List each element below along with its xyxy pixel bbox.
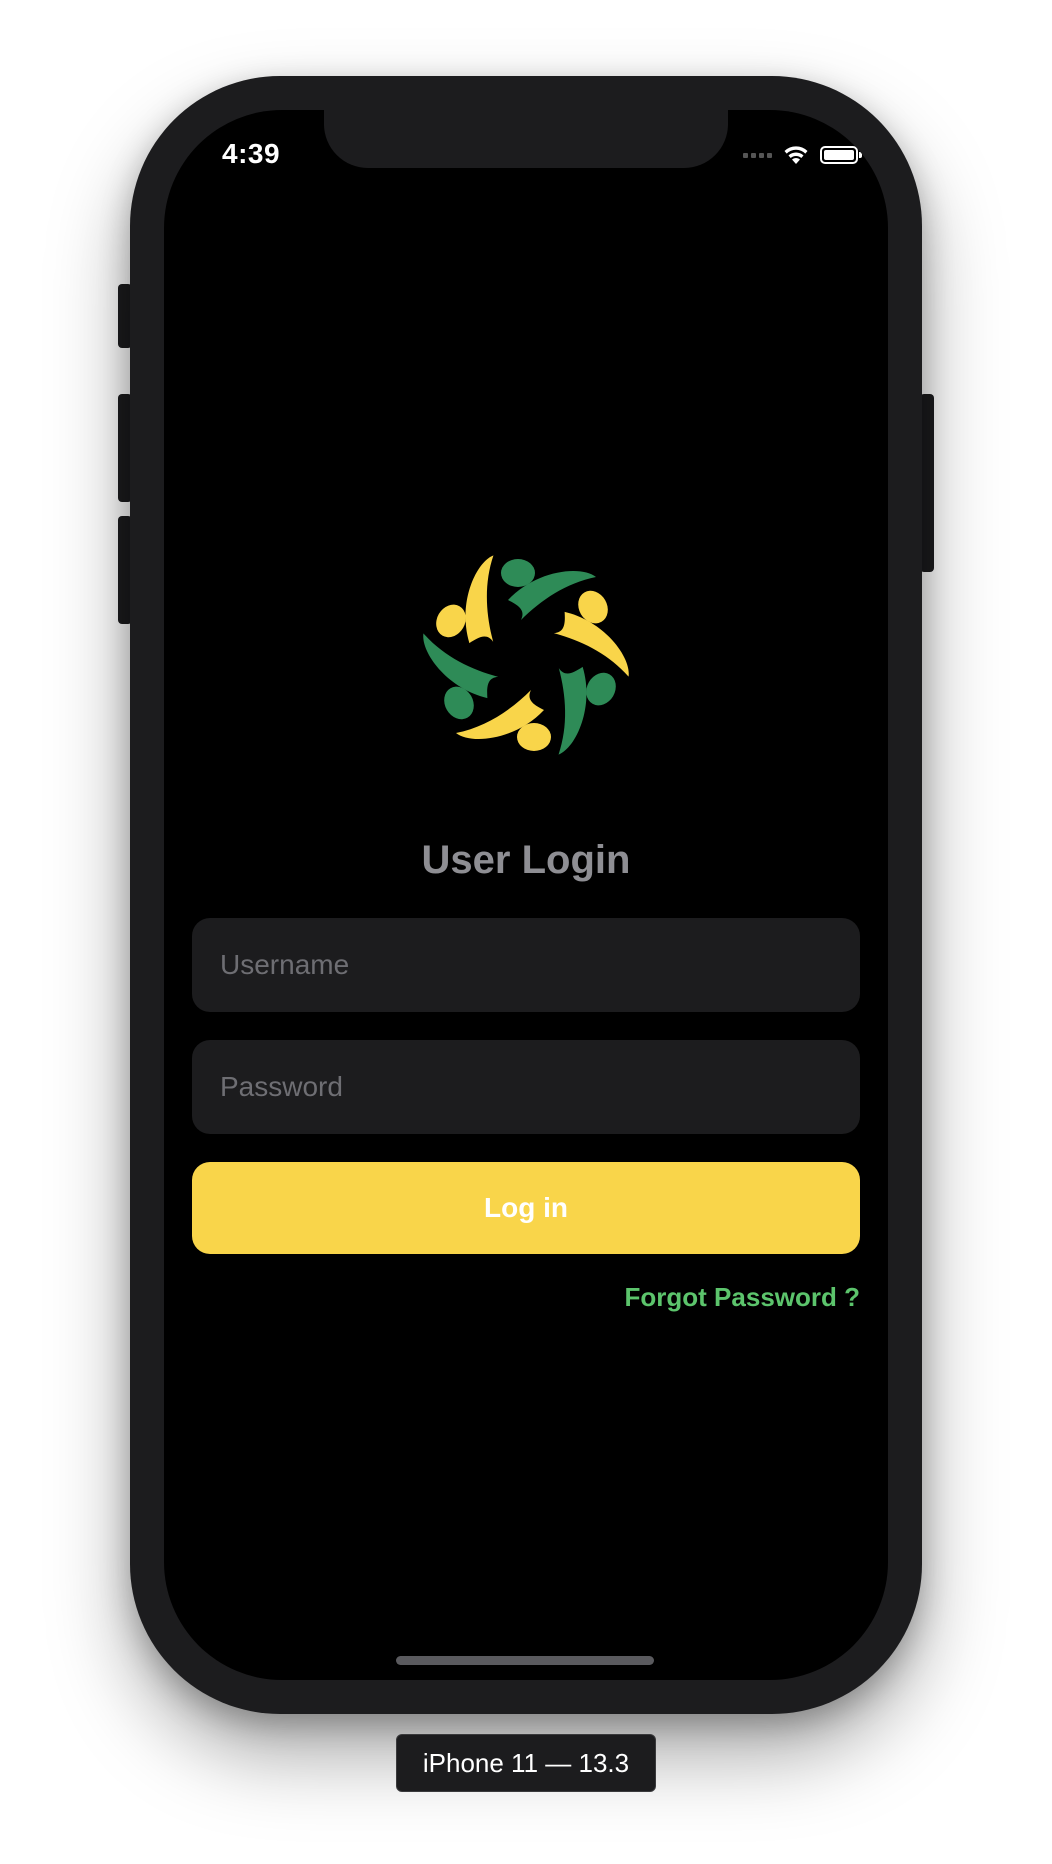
device-screen: 4:39 User Login Username Log in Forgot P…: [164, 110, 888, 1680]
notch: [324, 110, 728, 168]
cellular-signal-icon: [743, 152, 772, 158]
login-button[interactable]: Log in: [192, 1162, 860, 1254]
forgot-password-link[interactable]: Forgot Password ?: [625, 1282, 860, 1313]
wifi-icon: [784, 146, 808, 164]
people-circle-logo: [407, 546, 645, 764]
battery-icon: [820, 146, 862, 164]
power-button: [920, 394, 934, 572]
simulator-stage: 4:39 User Login Username Log in Forgot P…: [0, 0, 1052, 1864]
status-icons: [743, 144, 862, 166]
status-time: 4:39: [222, 138, 281, 169]
password-input[interactable]: [192, 1040, 860, 1134]
home-indicator[interactable]: [396, 1656, 654, 1665]
page-title: User Login: [421, 838, 631, 882]
username-input[interactable]: [192, 918, 860, 1012]
simulator-device-label: iPhone 11 — 13.3: [396, 1734, 656, 1792]
